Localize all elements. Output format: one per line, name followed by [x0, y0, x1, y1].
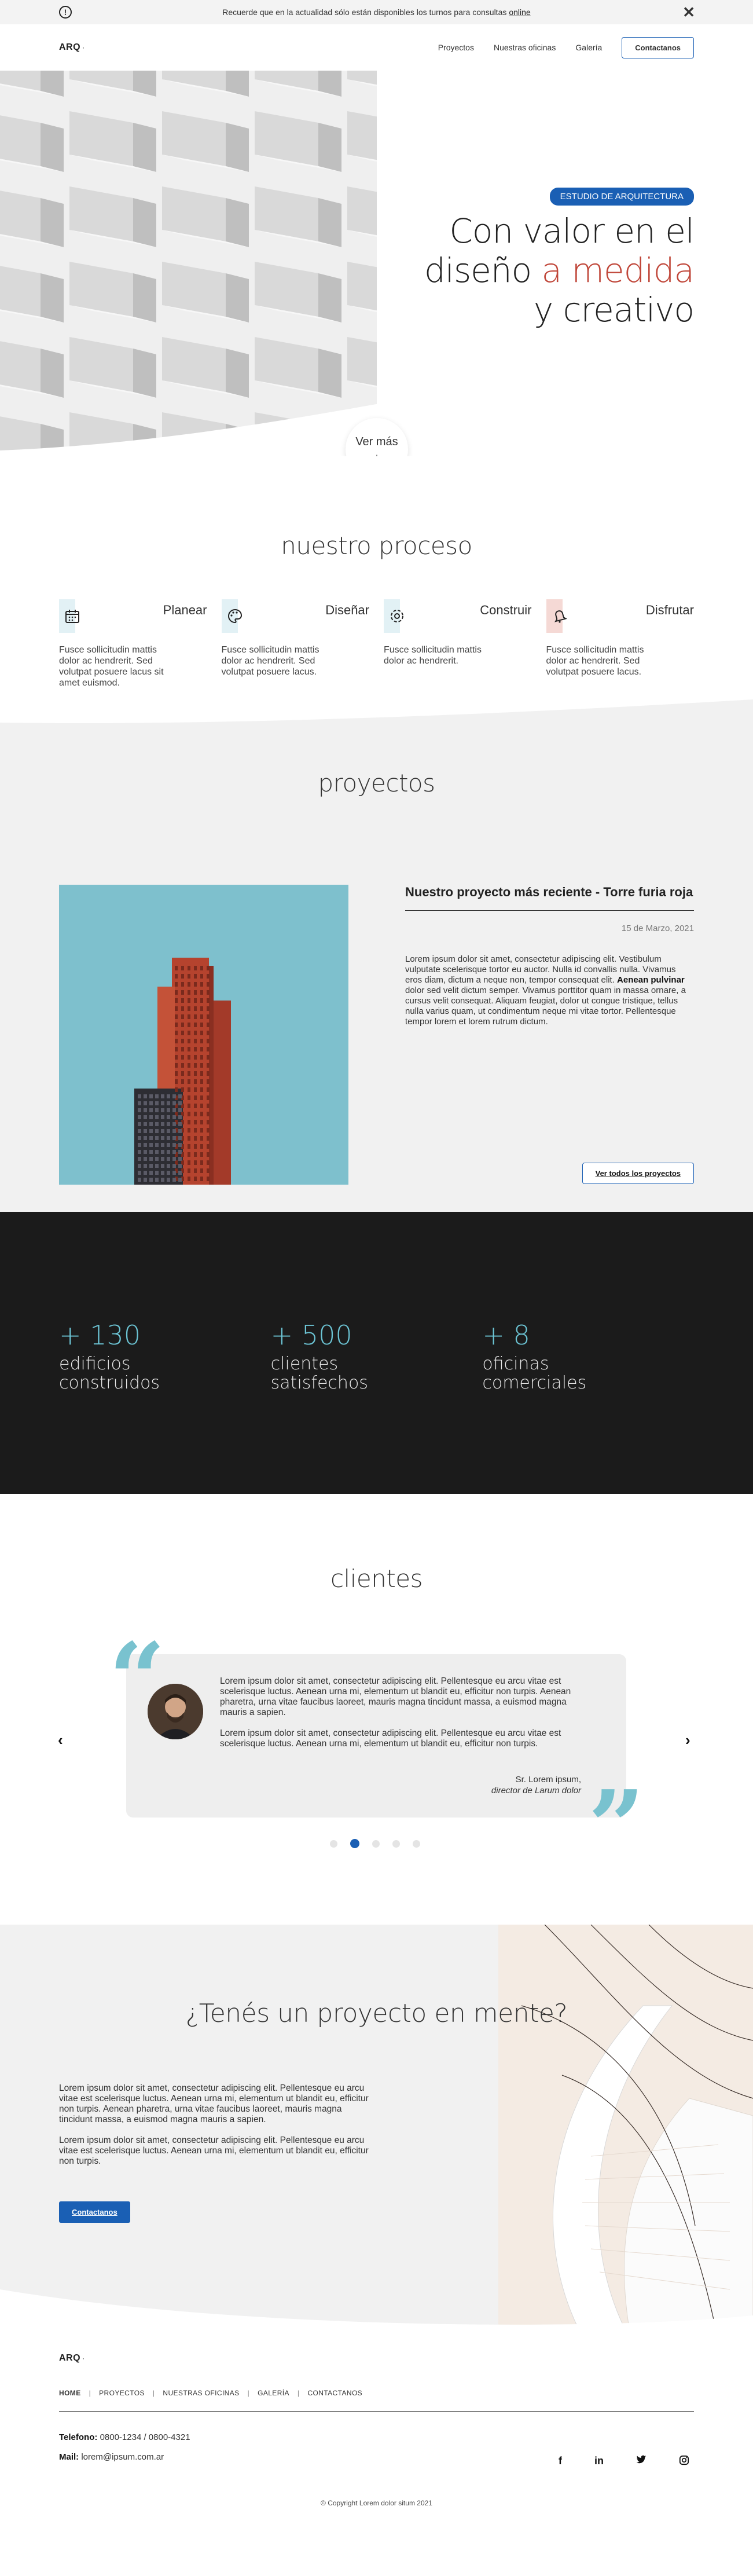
footer-nav-oficinas[interactable]: NUESTRAS OFICINAS: [163, 2389, 239, 2397]
notice-online-link[interactable]: online: [509, 8, 530, 17]
cta-contact-button[interactable]: Contactanos: [59, 2201, 130, 2223]
carousel-dot[interactable]: [413, 1840, 420, 1848]
step-name: Construir: [480, 603, 532, 617]
cta-section: ¿Tenés un proyecto en mente? Lorem ipsum…: [0, 1925, 753, 2342]
chevron-right-icon[interactable]: ›: [685, 1731, 690, 1749]
project-image[interactable]: [59, 885, 348, 1185]
section-wave: [0, 699, 753, 734]
testimonial-author: Sr. Lorem ipsum, director de Larum dolor: [491, 1775, 581, 1795]
copyright: © Copyright Lorem dolor situm 2021: [321, 2499, 432, 2507]
step-name: Diseñar: [325, 603, 369, 617]
gear-icon: [391, 610, 403, 622]
bell-icon: [554, 610, 567, 623]
nav-galeria[interactable]: Galería: [575, 43, 602, 52]
footer-nav-contactanos[interactable]: CONTACTANOS: [307, 2389, 362, 2397]
project-date: 15 de Marzo, 2021: [621, 924, 694, 933]
process-steps: Planear Fusce sollicitudin mattis dolor …: [0, 599, 753, 688]
stat-number: + 8: [482, 1320, 530, 1351]
footer-nav-galeria[interactable]: GALERÍA: [258, 2389, 289, 2397]
step-name: Disfrutar: [645, 603, 694, 617]
close-icon[interactable]: ✕: [682, 3, 695, 21]
cta-title: ¿Tenés un proyecto en mente?: [185, 1999, 568, 2028]
all-projects-button[interactable]: Ver todos los proyectos: [582, 1163, 694, 1184]
step-name: Planear: [163, 603, 207, 617]
process-step: Disfrutar Fusce sollicitudin mattis dolo…: [546, 599, 694, 688]
nav-oficinas[interactable]: Nuestras oficinas: [494, 43, 556, 52]
stat-number: + 130: [59, 1320, 141, 1351]
twitter-icon[interactable]: [636, 2455, 647, 2468]
quote-close-icon: ”: [588, 1769, 645, 1885]
site-footer: ARQ · HOME | PROYECTOS | NUESTRAS OFICINAS |…: [0, 2342, 753, 2515]
clients-section: clientes ‹ › “ Lorem ipsum dolor sit ame…: [0, 1494, 753, 1925]
process-step: Diseñar Fusce sollicitudin mattis dolor …: [221, 599, 369, 688]
contact-button[interactable]: Contactanos: [622, 36, 694, 58]
process-step: Construir Fusce sollicitudin mattis dolo…: [384, 599, 532, 688]
studio-tag: ESTUDIO DE ARQUITECTURA: [549, 188, 694, 206]
carousel-dot[interactable]: [392, 1840, 400, 1848]
avatar: [148, 1684, 203, 1739]
footer-nav-home[interactable]: HOME: [59, 2389, 81, 2397]
clients-title: clientes: [330, 1564, 423, 1593]
chevron-left-icon[interactable]: ‹: [58, 1731, 63, 1749]
carousel-dot[interactable]: [372, 1840, 380, 1848]
projects-title: proyectos: [318, 769, 435, 797]
footer-nav: HOME | PROYECTOS | NUESTRAS OFICINAS | GALE…: [59, 2389, 363, 2397]
footer-wave: [0, 2289, 753, 2342]
notice-bar: ! Recuerde que en la actualidad sólo est…: [0, 0, 753, 24]
step-desc: Fusce sollicitudin mattis dolor ac hendr…: [221, 645, 319, 677]
step-desc: Fusce sollicitudin mattis dolor ac hendr…: [546, 645, 644, 677]
facebook-icon[interactable]: f: [559, 2455, 562, 2468]
notice-text: Recuerde que en la actualidad sólo están…: [222, 8, 507, 17]
process-step: Planear Fusce sollicitudin mattis dolor …: [59, 599, 207, 688]
footer-nav-proyectos[interactable]: PROYECTOS: [99, 2389, 145, 2397]
footer-divider: [59, 2411, 694, 2412]
stat-item: + 500 clientes satisfechos: [271, 1320, 483, 1494]
cta-text: Lorem ipsum dolor sit amet, consectetur …: [59, 2083, 369, 2166]
process-section: nuestro proceso Planear Fusce sollicitud…: [0, 456, 753, 734]
testimonial-text: Lorem ipsum dolor sit amet, consectetur …: [220, 1676, 571, 1749]
stat-item: + 130 edificios construidos: [59, 1320, 271, 1494]
carousel-dots: [330, 1839, 420, 1848]
arrow-down-icon: ↓: [346, 450, 408, 456]
instagram-icon[interactable]: [679, 2455, 689, 2468]
site-header: ARQ · Proyectos Nuestras oficinas Galería…: [0, 24, 753, 71]
step-desc: Fusce sollicitudin mattis dolor ac hendr…: [59, 645, 164, 688]
stat-label: oficinas comerciales: [482, 1354, 587, 1393]
nav-proyectos[interactable]: Proyectos: [438, 43, 474, 52]
step-desc: Fusce sollicitudin mattis dolor ac hendr…: [384, 645, 482, 666]
social-links: f in: [559, 2455, 689, 2468]
project-description: Lorem ipsum dolor sit amet, consectetur …: [405, 954, 686, 1027]
hero-headline: Con valor en el diseño a medida y creati…: [424, 211, 695, 329]
project-title: Nuestro proyecto más reciente - Torre fu…: [405, 885, 694, 911]
alert-circle-icon: !: [59, 6, 72, 19]
main-nav: Proyectos Nuestras oficinas Galería Cont…: [438, 36, 694, 58]
logo[interactable]: ARQ ·: [59, 42, 85, 53]
footer-logo[interactable]: ARQ ·: [59, 2353, 694, 2364]
projects-section: proyectos Nuestro proyecto más reciente …: [0, 734, 753, 1212]
stat-number: + 500: [270, 1320, 352, 1351]
palette-icon: [227, 609, 242, 624]
stat-label: edificios construidos: [59, 1354, 160, 1393]
hero-text: ESTUDIO DE ARQUITECTURA Con valor en el …: [424, 188, 695, 329]
project-info: Nuestro proyecto más reciente - Torre fu…: [405, 885, 694, 1185]
carousel-dot-active[interactable]: [350, 1839, 359, 1848]
process-title: nuestro proceso: [281, 532, 472, 560]
stat-label: clientes satisfechos: [270, 1354, 368, 1393]
calendar-icon: [65, 610, 79, 623]
linkedin-icon[interactable]: in: [594, 2455, 604, 2468]
stat-item: + 8 oficinas comerciales: [482, 1320, 694, 1494]
stats-section: + 130 edificios construidos + 500 client…: [0, 1212, 753, 1494]
hero-section: ESTUDIO DE ARQUITECTURA Con valor en el …: [0, 71, 753, 456]
mail-link[interactable]: lorem@ipsum.com.ar: [81, 2452, 164, 2462]
carousel-dot[interactable]: [330, 1840, 337, 1848]
